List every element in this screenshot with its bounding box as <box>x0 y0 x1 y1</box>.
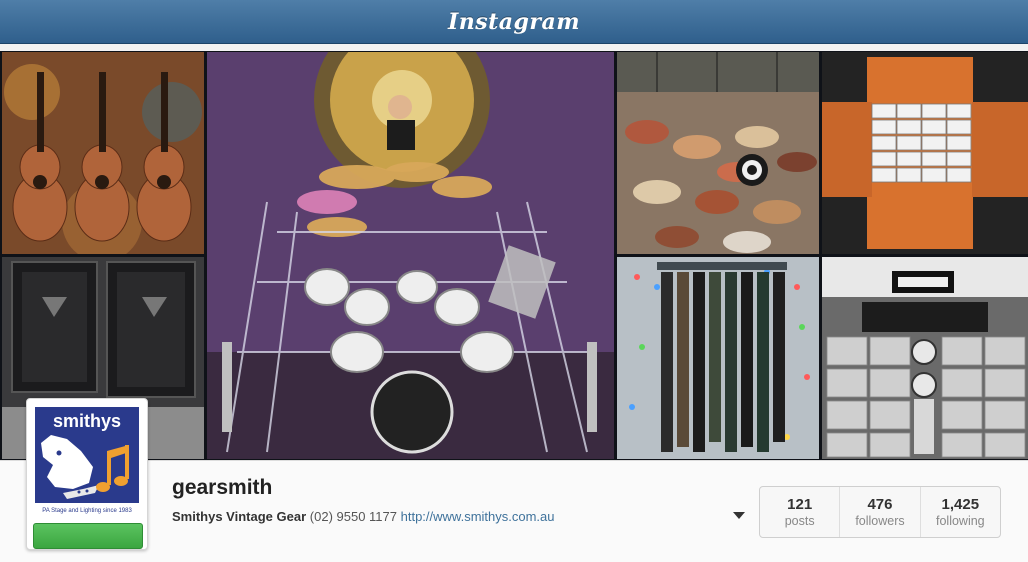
profile-full-name: Smithys Vintage Gear <box>172 509 307 524</box>
pioneer-hifi-wall-image <box>822 257 1028 459</box>
stat-followers-label: followers <box>855 514 905 528</box>
profile-username: gearsmith <box>172 476 273 499</box>
stat-followers-count: 476 <box>867 496 893 513</box>
profile-website-link[interactable]: http://www.smithys.com.au <box>401 509 555 524</box>
profile-options-dropdown[interactable] <box>731 507 747 519</box>
avatar-tagline-text: PA Stage and Lighting since 1983 <box>42 508 132 514</box>
profile-phone: (02) 9550 1177 <box>309 509 397 524</box>
profile-avatar-card: smithys PA Stage and Lighting since 1983 <box>26 398 148 550</box>
stat-posts-label: posts <box>784 514 815 528</box>
pioneer-boxes-image <box>822 52 1028 254</box>
top-navigation-bar: Instagram <box>0 0 1028 44</box>
stat-posts-count: 121 <box>787 496 813 513</box>
stat-following[interactable]: 1,425 following <box>921 487 1000 537</box>
instagram-logo[interactable]: Instagram <box>448 9 580 35</box>
ukuleles-photo[interactable] <box>2 52 204 254</box>
guitar-pile-image <box>617 52 819 254</box>
guitar-straps-image <box>617 257 819 459</box>
pioneer-boxes-photo[interactable] <box>822 52 1028 254</box>
pioneer-hifi-wall-photo[interactable] <box>822 257 1028 459</box>
stat-followers[interactable]: 476 followers <box>840 487 921 537</box>
drum-kit-image <box>207 52 614 459</box>
profile-bio: Smithys Vintage Gear (02) 9550 1177 http… <box>172 509 555 524</box>
drum-kit-photo[interactable] <box>207 52 614 459</box>
photo-collage <box>0 51 1028 460</box>
follow-button[interactable] <box>33 523 143 549</box>
profile-stats: 121 posts 476 followers 1,425 following <box>759 486 1001 538</box>
caret-down-icon <box>733 512 745 519</box>
guitar-pile-photo[interactable] <box>617 52 819 254</box>
stat-following-label: following <box>936 514 985 528</box>
ukuleles-image <box>2 52 204 254</box>
smithys-logo-icon: smithys PA Stage and Lighting since 1983 <box>33 405 141 517</box>
avatar[interactable]: smithys PA Stage and Lighting since 1983 <box>33 405 141 517</box>
guitar-straps-photo[interactable] <box>617 257 819 459</box>
avatar-brand-text: smithys <box>53 411 121 431</box>
stat-following-count: 1,425 <box>941 496 980 513</box>
stat-posts[interactable]: 121 posts <box>760 487 841 537</box>
